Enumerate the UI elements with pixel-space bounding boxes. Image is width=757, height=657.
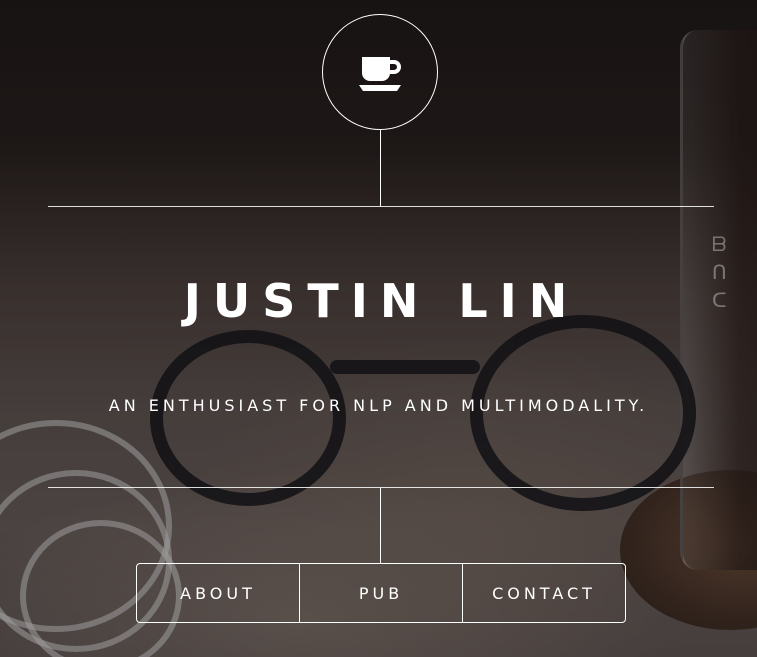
page-tagline: AN ENTHUSIAST FOR NLP AND MULTIMODALITY. (108, 396, 649, 415)
page-title: JUSTIN LIN (183, 274, 580, 328)
nav-item-pub[interactable]: PUB (299, 564, 462, 622)
connector-line-top (380, 130, 381, 207)
divider-top (48, 206, 714, 207)
logo-circle (322, 14, 438, 130)
hero-section: ᗷᑎᑕ JUSTIN LIN AN ENTHUSIAST FOR NLP AND… (0, 0, 757, 657)
main-nav: ABOUT PUB CONTACT (136, 563, 626, 623)
nav-item-contact[interactable]: CONTACT (462, 564, 625, 622)
coffee-cup-icon (359, 57, 401, 91)
divider-bottom (48, 487, 714, 488)
connector-line-bottom (380, 488, 381, 564)
nav-item-about[interactable]: ABOUT (137, 564, 299, 622)
